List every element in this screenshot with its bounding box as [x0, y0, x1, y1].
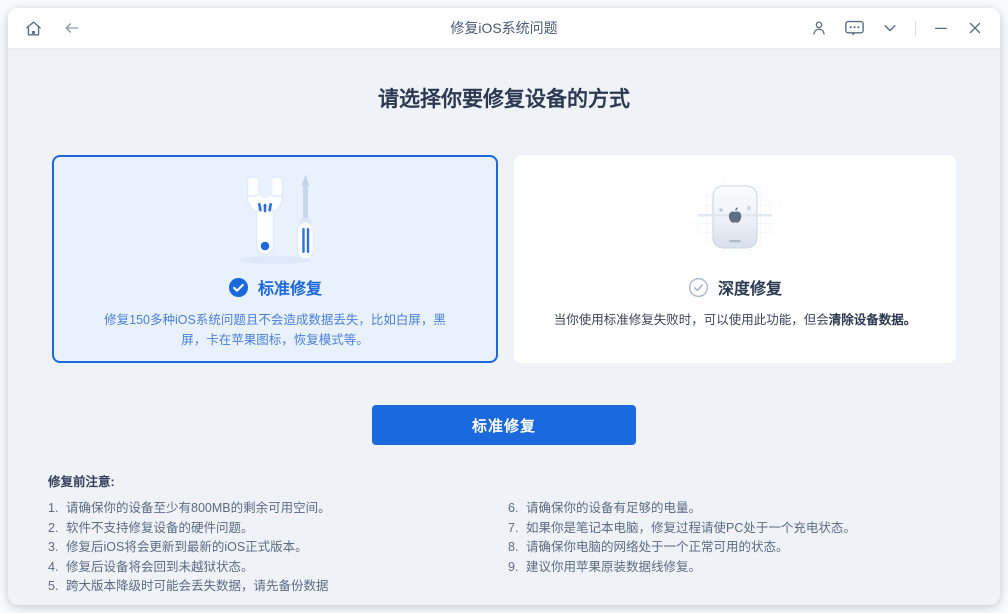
window-title: 修复iOS系统问题: [450, 20, 558, 36]
close-icon: [969, 22, 981, 34]
note-item: 8. 请确保你电脑的网络处于一个正常可用的状态。: [508, 540, 789, 554]
close-button[interactable]: [966, 19, 984, 37]
deep-repair-card[interactable]: 深度修复 当你使用标准修复失败时，可以使用此功能，但会清除设备数据。: [514, 155, 956, 363]
menu-dropdown-button[interactable]: [881, 19, 899, 37]
check-circle-outline-icon: [688, 277, 709, 297]
note-item: 1. 请确保你的设备至少有800MB的剩余可用空间。: [48, 501, 331, 515]
standard-repair-card[interactable]: 标准修复 修复150多种iOS系统问题且不会造成数据丢失，比如白屏，黑屏，卡在苹…: [52, 155, 498, 363]
check-circle-filled-icon: [228, 277, 249, 297]
back-arrow-icon: [65, 23, 79, 33]
minimize-button[interactable]: [932, 19, 950, 37]
pre-repair-notes: 修复前注意: 1. 请确保你的设备至少有800MB的剩余可用空间。 2. 软件不支持…: [8, 445, 1000, 597]
repair-mode-cards: 标准修复 修复150多种iOS系统问题且不会造成数据丢失，比如白屏，黑屏，卡在苹…: [8, 155, 1000, 363]
note-item: 2. 软件不支持修复设备的硬件问题。: [48, 520, 254, 535]
app-window: 修复iOS系统问题 请选择你要修复设备的方式 标准修复 修复150多种iOS系统…: [8, 8, 1000, 605]
chevron-down-icon: [884, 25, 896, 32]
feedback-bubble-icon: [845, 20, 864, 36]
notes-list-left: 1. 请确保你的设备至少有800MB的剩余可用空间。 2. 软件不支持修复设备的硬件…: [48, 499, 508, 597]
titlebar-left: [24, 19, 450, 38]
note-item: 5. 跨大版本降级时可能会丢失数据，请先备份数据: [48, 579, 329, 593]
home-button[interactable]: [24, 19, 43, 38]
feedback-button[interactable]: [844, 19, 865, 38]
back-button[interactable]: [61, 19, 82, 37]
note-item: 9. 建议你用苹果原装数据线修复。: [508, 559, 702, 574]
standard-repair-title: 标准修复: [257, 281, 322, 298]
deep-repair-title: 深度修复: [717, 281, 782, 298]
note-item: 7. 如果你是笔记本电脑，修复过程请使PC处于一个充电状态。: [508, 520, 856, 535]
wrench-screwdriver-icon: [216, 163, 334, 275]
page-title: 请选择你要修复设备的方式: [378, 88, 630, 111]
user-icon: [813, 21, 825, 35]
home-icon: [26, 20, 41, 36]
titlebar-separator: [915, 20, 916, 36]
note-item: 3. 修复后iOS将会更新到最新的iOS正式版本。: [48, 540, 308, 554]
minimize-icon: [935, 27, 947, 30]
notes-list-right: 6. 请确保你的设备有足够的电量。 7. 如果你是笔记本电脑，修复过程请使PC处于一…: [508, 499, 960, 597]
notes-heading: 修复前注意:: [48, 475, 115, 489]
note-item: 6. 请确保你的设备有足够的电量。: [508, 501, 702, 515]
account-button[interactable]: [810, 19, 828, 37]
titlebar-right: [558, 19, 984, 38]
device-apple-icon: [670, 163, 800, 275]
standard-repair-description: 修复150多种iOS系统问题且不会造成数据丢失，比如白屏，黑屏，卡在苹果图标，恢…: [104, 313, 446, 347]
titlebar: 修复iOS系统问题: [8, 8, 1000, 49]
standard-repair-action-button[interactable]: 标准修复: [372, 405, 636, 445]
note-item: 4. 修复后设备将会回到未越狱状态。: [48, 559, 254, 574]
main-content: 请选择你要修复设备的方式 标准修复 修复150多种iOS系统问题且不会造成数据丢…: [8, 49, 1000, 605]
deep-repair-description: 当你使用标准修复失败时，可以使用此功能，但会清除设备数据。: [553, 313, 917, 327]
